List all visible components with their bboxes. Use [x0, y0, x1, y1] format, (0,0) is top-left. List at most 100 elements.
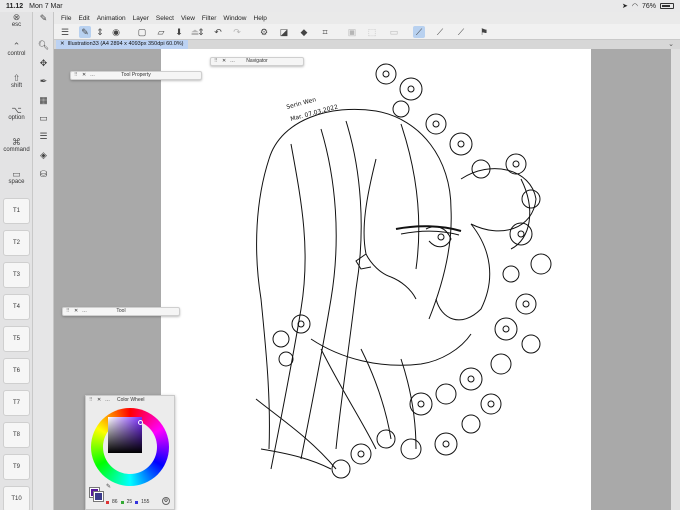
eyedropper-icon[interactable]: ✎	[106, 483, 111, 490]
t7-key[interactable]: T7	[3, 390, 30, 416]
rgb-values: 86 25 155	[106, 499, 149, 505]
command-bar: ☰ ✎ ⇕ ◉ ▢ ▱ ⬇ ⏏ ⇕ ↶ ↷ ⚙ ◪ ◆ ⌗ ▣ ⬚ ▭ ⟋ ⟋ …	[54, 24, 680, 40]
right-panel-edge	[671, 49, 680, 510]
edit-tool-icon[interactable]: ✎	[79, 26, 91, 38]
menu-filter[interactable]: Filter	[202, 15, 216, 22]
status-bar: 11.12 Mon 7 Mar ➤ ◠ 76%	[0, 0, 680, 12]
document-tab-bar: ✕ Illustration33 (A4 2894 x 4093px 350dpi…	[54, 40, 680, 49]
undo-icon[interactable]: ↶	[212, 26, 224, 38]
more-icon[interactable]: …	[105, 396, 110, 405]
color-wheel-header[interactable]: ⠿ ✕ … Color Wheel	[86, 396, 174, 405]
app-logo-icon[interactable]: ✎	[37, 12, 50, 24]
esc-icon: ⊗	[12, 12, 21, 22]
shift-label: shift	[10, 83, 22, 89]
eraser-tool-icon[interactable]: ▭	[37, 112, 50, 124]
move-tool-icon[interactable]: ✥	[37, 57, 50, 69]
space-label: space	[8, 179, 25, 185]
save-icon[interactable]: ⬇	[173, 26, 185, 38]
ruler-snap-icon[interactable]: ⟋	[413, 26, 425, 38]
saturation-value-square[interactable]	[108, 417, 142, 453]
command-label: command	[3, 147, 30, 153]
open-folder-icon[interactable]: ▱	[155, 26, 167, 38]
tab-title: Illustration33 (A4 2894 x 4093px 350dpi …	[67, 41, 184, 47]
t2-key[interactable]: T2	[3, 230, 30, 256]
control-key[interactable]: ⌃ control	[3, 38, 30, 60]
navigator-title: Navigator	[246, 58, 268, 64]
sub-color-swatch[interactable]	[93, 491, 104, 502]
signature-line1: Serin Wen	[286, 96, 317, 111]
record-icon[interactable]: ◉	[110, 26, 122, 38]
color-wheel-title: Color Wheel	[117, 397, 145, 403]
menu-file[interactable]: File	[61, 15, 71, 22]
settings-icon[interactable]: ⚑	[478, 26, 490, 38]
grip-icon[interactable]: ⠿	[89, 396, 93, 405]
t4-key[interactable]: T4	[3, 294, 30, 320]
esc-key[interactable]: ⊗ esc	[3, 12, 30, 28]
menu-animation[interactable]: Animation	[97, 15, 126, 22]
menu-view[interactable]: View	[181, 15, 195, 22]
battery-icon	[660, 3, 674, 9]
space-key[interactable]: ▭ space	[3, 166, 30, 188]
command-icon: ⌘	[12, 137, 21, 147]
t8-key[interactable]: T8	[3, 422, 30, 448]
zoom-tool-icon[interactable]: 🔍︎	[37, 39, 50, 51]
option-label: option	[8, 115, 25, 121]
color-wheel-palette[interactable]: ⠿ ✕ … Color Wheel ✎ 86 25 155 ⚙	[85, 395, 175, 510]
option-icon: ⌥	[11, 105, 22, 115]
lasso-icon[interactable]: ⚙	[258, 26, 270, 38]
updown-arrows-icon[interactable]: ⇕	[94, 26, 106, 38]
color-settings-icon[interactable]: ⚙	[162, 497, 170, 505]
fill-icon[interactable]: ◆	[298, 26, 310, 38]
menu-help[interactable]: Help	[254, 15, 267, 22]
pen-pressure-icon[interactable]: ⟋	[434, 26, 446, 38]
t5-key[interactable]: T5	[3, 326, 30, 352]
pen-tool-icon[interactable]: ✒	[37, 75, 50, 87]
color-picker-cursor[interactable]	[138, 420, 143, 425]
hamburger-menu-icon[interactable]: ☰	[59, 26, 71, 38]
close-tab-icon[interactable]: ✕	[60, 41, 65, 47]
chevron-down-icon[interactable]: ⌄	[668, 40, 674, 49]
blue-value: 155	[141, 499, 150, 505]
control-label: control	[7, 51, 26, 57]
export-arrows-icon[interactable]: ⇕	[195, 26, 207, 38]
clear-icon: ⬚	[367, 27, 377, 37]
navigator-palette[interactable]: ⠿ ✕ … Navigator	[210, 57, 304, 66]
t3-key[interactable]: T3	[3, 262, 30, 288]
stabilizer-icon[interactable]: ⟋	[455, 26, 467, 38]
t1-key[interactable]: T1	[3, 198, 30, 224]
tool-title: Tool	[116, 308, 126, 314]
crop-icon[interactable]: ⌗	[319, 26, 331, 38]
close-icon[interactable]: ✕	[97, 396, 101, 405]
tool-property-palette[interactable]: ⠿ ✕ … Tool Property	[70, 71, 202, 80]
drawing-canvas[interactable]: Serin Wen Mar. 07.03.2022	[161, 49, 591, 510]
esc-label: esc	[11, 22, 22, 28]
tool-palette[interactable]: ⠿ ✕ … Tool	[62, 307, 180, 316]
option-key[interactable]: ⌥ option	[3, 102, 30, 124]
material-icon[interactable]: ⛁	[37, 168, 50, 180]
menu-window[interactable]: Window	[223, 15, 246, 22]
selection-icon: ▭	[389, 27, 399, 37]
menu-bar: File Edit Animation Layer Select View Fi…	[54, 12, 680, 24]
t6-key[interactable]: T6	[3, 358, 30, 384]
layers-icon[interactable]: ◈	[37, 149, 50, 161]
tab-document[interactable]: ✕ Illustration33 (A4 2894 x 4093px 350dpi…	[56, 40, 188, 49]
battery-percent: 76%	[641, 2, 656, 10]
space-icon: ▭	[12, 169, 21, 179]
new-document-icon[interactable]: ▢	[136, 26, 148, 38]
red-value: 86	[112, 499, 118, 505]
shift-key[interactable]: ⇧ shift	[3, 70, 30, 92]
menu-layer[interactable]: Layer	[133, 15, 149, 22]
command-key[interactable]: ⌘ command	[3, 134, 30, 156]
bucket-fill-icon[interactable]: ◪	[278, 26, 290, 38]
modifier-key-column: ⊗ esc ⌃ control ⇧ shift ⌥ option ⌘ comma…	[0, 12, 33, 510]
t10-key[interactable]: T10	[3, 486, 30, 510]
menu-select[interactable]: Select	[156, 15, 174, 22]
status-time: 11.12	[6, 2, 24, 10]
menu-edit[interactable]: Edit	[78, 15, 89, 22]
redo-icon: ↷	[233, 27, 241, 37]
brush-tool-icon[interactable]: ▦	[37, 94, 50, 106]
status-right: ➤ ◠ 76%	[622, 2, 674, 10]
t9-key[interactable]: T9	[3, 454, 30, 480]
layer-list-icon[interactable]: ☰	[37, 130, 50, 142]
transform-icon: ▣	[347, 27, 357, 37]
